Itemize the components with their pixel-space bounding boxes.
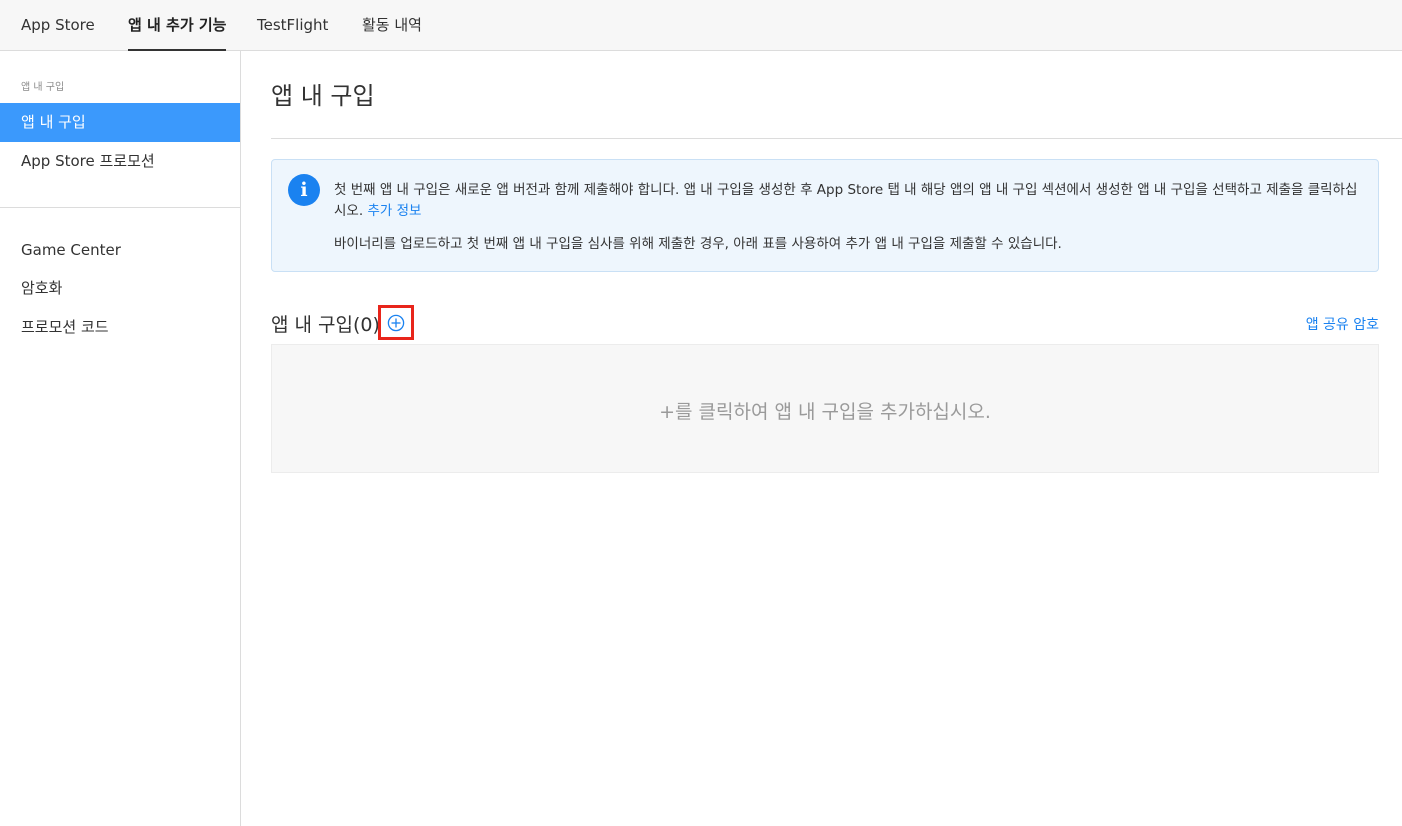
info-text-secondary: 바이너리를 업로드하고 첫 번째 앱 내 구입을 심사를 위해 제출한 경우, … xyxy=(334,236,1062,252)
page-title: 앱 내 구입 xyxy=(271,82,375,110)
info-text: 첫 번째 앱 내 구입은 새로운 앱 버전과 함께 제출해야 합니다. 앱 내 … xyxy=(334,180,1364,222)
tab-in-app-features[interactable]: 앱 내 추가 기능 xyxy=(128,0,227,51)
info-text-body: 첫 번째 앱 내 구입은 새로운 앱 버전과 함께 제출해야 합니다. 앱 내 … xyxy=(334,182,1358,219)
sidebar-item-game-center[interactable]: Game Center xyxy=(0,231,240,270)
tab-activity[interactable]: 활동 내역 xyxy=(362,0,422,51)
sidebar-item-promo-codes[interactable]: 프로모션 코드 xyxy=(0,308,240,347)
info-icon: i xyxy=(288,174,320,206)
tab-testflight[interactable]: TestFlight xyxy=(257,0,328,51)
info-banner: i 첫 번째 앱 내 구입은 새로운 앱 버전과 함께 제출해야 합니다. 앱 … xyxy=(271,159,1379,272)
more-info-link[interactable]: 추가 정보 xyxy=(367,203,421,219)
section-title: 앱 내 구입(0) xyxy=(271,314,380,336)
add-in-app-purchase-button[interactable] xyxy=(378,305,414,340)
sidebar-item-app-store-promotion[interactable]: App Store 프로모션 xyxy=(0,142,240,181)
app-shared-secret-link[interactable]: 앱 공유 암호 xyxy=(1306,314,1379,334)
title-divider xyxy=(271,138,1402,139)
plus-circle-icon xyxy=(387,314,405,332)
sidebar-item-encryption[interactable]: 암호화 xyxy=(0,269,240,308)
top-tab-bar: App Store 앱 내 추가 기능 TestFlight 활동 내역 xyxy=(0,0,1402,51)
sidebar-divider xyxy=(0,207,240,208)
sidebar: 앱 내 구입 앱 내 구입 App Store 프로모션 Game Center… xyxy=(0,51,241,826)
sidebar-item-in-app-purchases[interactable]: 앱 내 구입 xyxy=(0,103,240,142)
empty-state-text: +를 클릭하여 앱 내 구입을 추가하십시오. xyxy=(659,401,991,423)
tab-app-store[interactable]: App Store xyxy=(21,0,95,51)
sidebar-section-label: 앱 내 구입 xyxy=(21,82,65,93)
in-app-purchase-list-empty: +를 클릭하여 앱 내 구입을 추가하십시오. xyxy=(271,344,1379,473)
